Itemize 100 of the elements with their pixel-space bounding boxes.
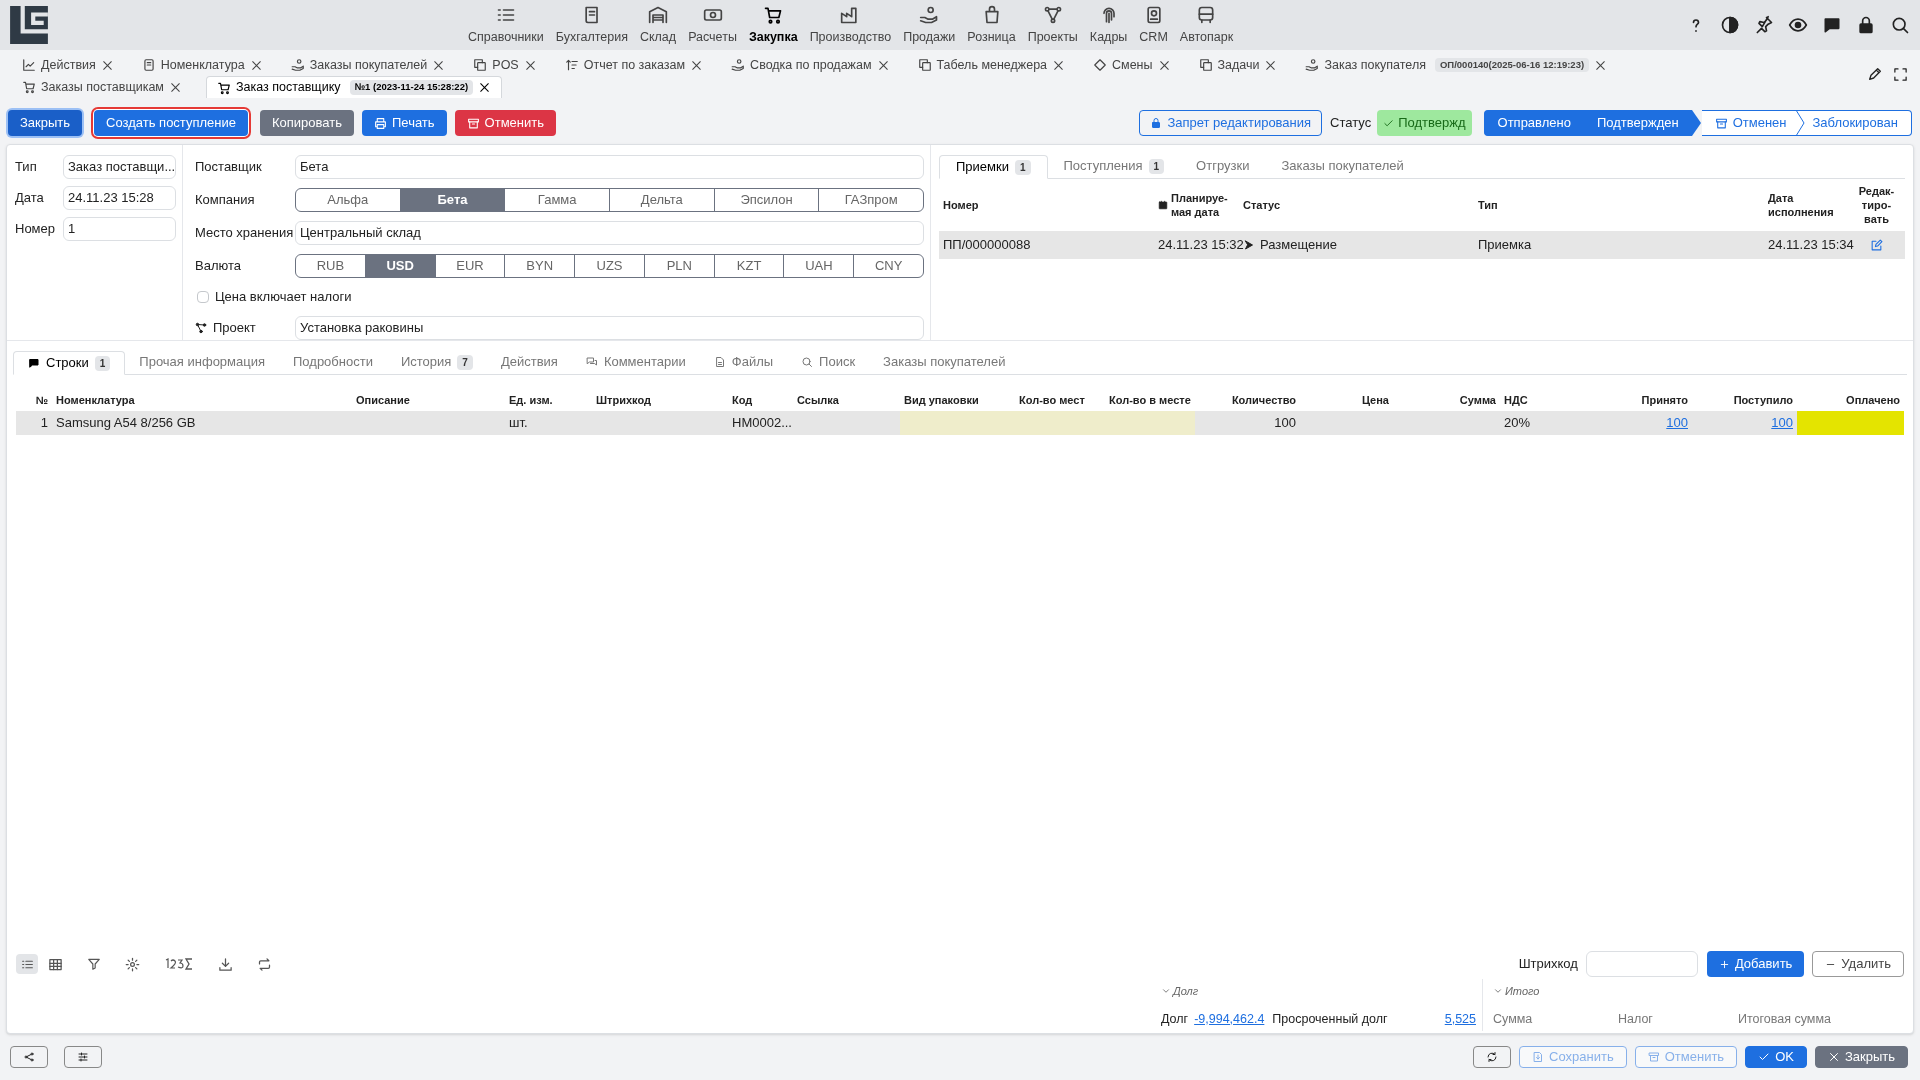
column-header[interactable]: №: [35, 391, 48, 409]
share-button[interactable]: [10, 1046, 48, 1068]
document-tab[interactable]: Сводка по продажам: [727, 54, 894, 76]
panel-tab[interactable]: Отгрузки: [1180, 154, 1266, 178]
footer-button[interactable]: OK: [1745, 1046, 1807, 1068]
column-header[interactable]: Планируе-мая дата: [1171, 191, 1235, 219]
eye-icon[interactable]: [1788, 15, 1808, 35]
document-tab[interactable]: Заказы покупателей: [286, 54, 450, 76]
close-icon[interactable]: [876, 58, 890, 72]
contrast-icon[interactable]: [1720, 15, 1740, 35]
column-header[interactable]: Код: [732, 391, 753, 409]
status-stage[interactable]: Отправлено: [1483, 110, 1584, 136]
close-icon[interactable]: [1052, 58, 1066, 72]
status-stage[interactable]: Заблокирован: [1799, 110, 1912, 136]
content-tab[interactable]: Подробности: [279, 350, 387, 374]
column-header[interactable]: Количество: [1231, 391, 1296, 409]
settings-button[interactable]: [64, 1046, 102, 1068]
repeat-icon[interactable]: [257, 956, 272, 972]
content-tab[interactable]: Действия: [486, 350, 572, 374]
quantity-link[interactable]: 100: [1666, 413, 1688, 433]
segment-option[interactable]: USD: [364, 255, 435, 277]
delete-button[interactable]: Удалить: [1812, 951, 1904, 977]
column-header[interactable]: Дата исполнения: [1768, 191, 1845, 219]
nav-item[interactable]: Проекты: [1021, 5, 1084, 50]
nav-item[interactable]: Розница: [961, 5, 1022, 50]
nav-item[interactable]: Производство: [803, 5, 898, 50]
table-row[interactable]: ПП/000000088 24.11.23 15:32 Размещение Приемка 24.11.23 15:34: [939, 231, 1905, 259]
expand-icon[interactable]: [1893, 66, 1908, 82]
close-icon[interactable]: [1157, 58, 1171, 72]
logo-icon[interactable]: [8, 4, 50, 46]
sum-icon[interactable]: [164, 957, 194, 971]
edit-lock-button[interactable]: Запрет редактирования: [1139, 110, 1323, 136]
nav-item[interactable]: CRM: [1133, 5, 1174, 50]
close-icon[interactable]: [100, 58, 114, 72]
panel-tab[interactable]: Приемки 1: [939, 155, 1048, 179]
content-tab[interactable]: Строки 1: [13, 351, 126, 375]
input-field[interactable]: Заказ поставщи...: [63, 155, 176, 179]
document-tab[interactable]: Табель менеджера: [913, 54, 1070, 76]
segment-option[interactable]: Гамма: [504, 189, 609, 211]
nav-item[interactable]: Бухгалтерия: [549, 5, 634, 50]
overdue-link[interactable]: 5,525: [1444, 1009, 1476, 1029]
segment-option[interactable]: EUR: [434, 255, 505, 277]
toolbar-button[interactable]: Закрыть: [8, 110, 83, 136]
debt-link[interactable]: -9,994,462.4: [1194, 1009, 1265, 1029]
close-icon[interactable]: [478, 81, 492, 94]
table-row[interactable]: 1 Samsung A54 8/256 GB шт. НМ0002... 100 20% 100 100: [16, 411, 1904, 435]
segment-option[interactable]: Дельта: [609, 189, 714, 211]
toolbar-button[interactable]: Печать: [362, 110, 447, 136]
segment-option[interactable]: KZT: [713, 255, 784, 277]
close-icon[interactable]: [249, 58, 263, 72]
segment-option[interactable]: RUB: [296, 255, 365, 277]
pencil-icon[interactable]: [1867, 66, 1883, 82]
content-tab[interactable]: Заказы покупателей: [869, 350, 1020, 374]
column-header[interactable]: Цена: [1361, 391, 1389, 409]
document-tab[interactable]: Заказ поставщику №1 (2023-11-24 15:28:22): [205, 76, 503, 98]
content-tab[interactable]: Поиск: [787, 350, 870, 374]
nav-item[interactable]: Продажи: [897, 5, 962, 50]
column-header[interactable]: Номер: [943, 198, 979, 212]
column-header[interactable]: Статус: [1243, 198, 1281, 212]
footer-button[interactable]: Закрыть: [1814, 1046, 1908, 1068]
add-button[interactable]: Добавить: [1706, 951, 1805, 977]
pin-icon[interactable]: [1754, 15, 1774, 35]
segment-option[interactable]: ГАЗпром: [818, 189, 923, 211]
close-icon[interactable]: [168, 80, 182, 94]
segment-option[interactable]: Альфа: [296, 189, 400, 211]
input-field[interactable]: Установка раковины: [295, 315, 924, 340]
document-tab[interactable]: Отчет по заказам: [560, 54, 708, 76]
input-field[interactable]: 24.11.23 15:28: [63, 186, 176, 210]
column-header[interactable]: Ед. изм.: [509, 391, 553, 409]
column-header[interactable]: Номенклатура: [56, 391, 135, 409]
close-icon[interactable]: [690, 58, 704, 72]
content-tab[interactable]: Прочая информация: [125, 350, 279, 374]
segment-option[interactable]: Бета: [399, 189, 505, 211]
close-icon[interactable]: [1264, 58, 1278, 72]
document-tab[interactable]: POS: [469, 54, 541, 76]
quantity-link[interactable]: 100: [1771, 413, 1793, 433]
segment-option[interactable]: UAH: [783, 255, 854, 277]
edit-icon[interactable]: [1870, 238, 1883, 252]
column-header[interactable]: Ссылка: [797, 391, 839, 409]
column-header[interactable]: Оплачено: [1846, 391, 1900, 409]
segment-option[interactable]: BYN: [504, 255, 575, 277]
status-stage[interactable]: Отменен: [1701, 110, 1800, 136]
column-header[interactable]: Принято: [1641, 391, 1688, 409]
segment-option[interactable]: PLN: [643, 255, 714, 277]
toolbar-button[interactable]: Копировать: [260, 110, 354, 136]
document-tab[interactable]: Заказы поставщикам: [18, 76, 186, 98]
download-icon[interactable]: [218, 956, 233, 972]
grid-icon[interactable]: [48, 956, 63, 972]
nav-item[interactable]: Закупка: [742, 5, 804, 50]
column-header[interactable]: Кол-во мест: [1019, 391, 1085, 409]
column-header[interactable]: Описание: [356, 391, 410, 409]
barcode-field[interactable]: [1585, 951, 1698, 977]
nav-item[interactable]: Автопарк: [1173, 5, 1240, 50]
close-icon[interactable]: [432, 58, 446, 72]
section-title[interactable]: Итого: [1505, 983, 1540, 1000]
column-header[interactable]: Тип: [1478, 198, 1498, 212]
segment-option[interactable]: UZS: [574, 255, 644, 277]
refresh-button[interactable]: [1473, 1046, 1512, 1068]
input-field[interactable]: Центральный склад: [295, 221, 924, 245]
content-tab[interactable]: Файлы: [699, 350, 788, 374]
